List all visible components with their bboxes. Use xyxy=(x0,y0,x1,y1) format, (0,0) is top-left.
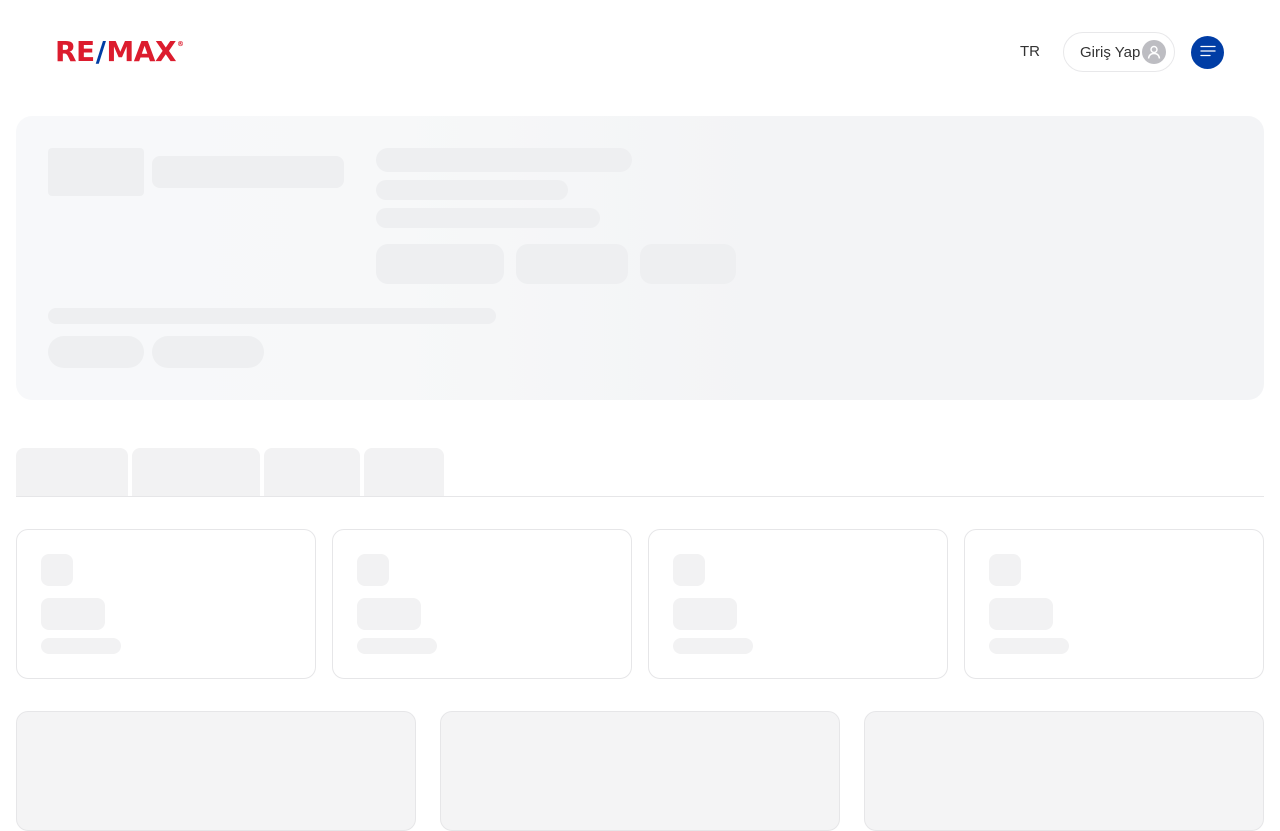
skeleton-value xyxy=(673,598,737,630)
skeleton-content-card xyxy=(16,711,416,831)
login-button[interactable]: Giriş Yap xyxy=(1063,32,1175,72)
skeleton-value xyxy=(989,598,1053,630)
skeleton-value xyxy=(357,598,421,630)
skeleton-tab xyxy=(132,448,260,496)
logo-registered-mark: ® xyxy=(177,40,184,48)
skeleton-chip xyxy=(48,336,144,368)
skeleton-icon xyxy=(989,554,1021,586)
skeleton-stat-card xyxy=(16,529,316,679)
skeleton-button xyxy=(516,244,628,284)
skeleton-label xyxy=(673,638,753,654)
skeleton-line xyxy=(376,148,632,172)
skeleton-label xyxy=(989,638,1069,654)
skeleton-icon xyxy=(673,554,705,586)
skeleton-icon xyxy=(357,554,389,586)
logo-slash: / xyxy=(95,35,106,68)
hamburger-menu-icon xyxy=(1199,44,1216,62)
login-button-label: Giriş Yap xyxy=(1080,43,1141,61)
skeleton-value xyxy=(41,598,105,630)
remax-logo[interactable]: RE / MAX ® xyxy=(55,37,184,67)
user-icon xyxy=(1142,40,1166,64)
skeleton-content-card xyxy=(864,711,1264,831)
skeleton-icon xyxy=(41,554,73,586)
tabs-divider xyxy=(16,496,1264,497)
skeleton-label xyxy=(357,638,437,654)
logo-text-re: RE xyxy=(55,35,95,68)
site-header: RE / MAX ® TR Giriş Yap xyxy=(0,0,1280,104)
skeleton-stat-card xyxy=(964,529,1264,679)
skeleton-tab xyxy=(16,448,128,496)
skeleton-tab xyxy=(364,448,444,496)
skeleton-tab xyxy=(264,448,360,496)
logo-text-max: MAX xyxy=(106,35,177,68)
hero-skeleton-card xyxy=(16,116,1264,400)
language-switcher[interactable]: TR xyxy=(1018,42,1042,62)
skeleton-line xyxy=(376,208,600,228)
skeleton-title xyxy=(152,156,344,188)
skeleton-avatar xyxy=(48,148,144,196)
skeleton-line xyxy=(376,180,568,200)
skeleton-button xyxy=(376,244,504,284)
skeleton-stat-card xyxy=(648,529,948,679)
skeleton-line xyxy=(48,308,496,324)
skeleton-stat-card xyxy=(332,529,632,679)
skeleton-button xyxy=(640,244,736,284)
skeleton-chip xyxy=(152,336,264,368)
skeleton-content-card xyxy=(440,711,840,831)
hamburger-menu-button[interactable] xyxy=(1191,36,1224,69)
skeleton-label xyxy=(41,638,121,654)
